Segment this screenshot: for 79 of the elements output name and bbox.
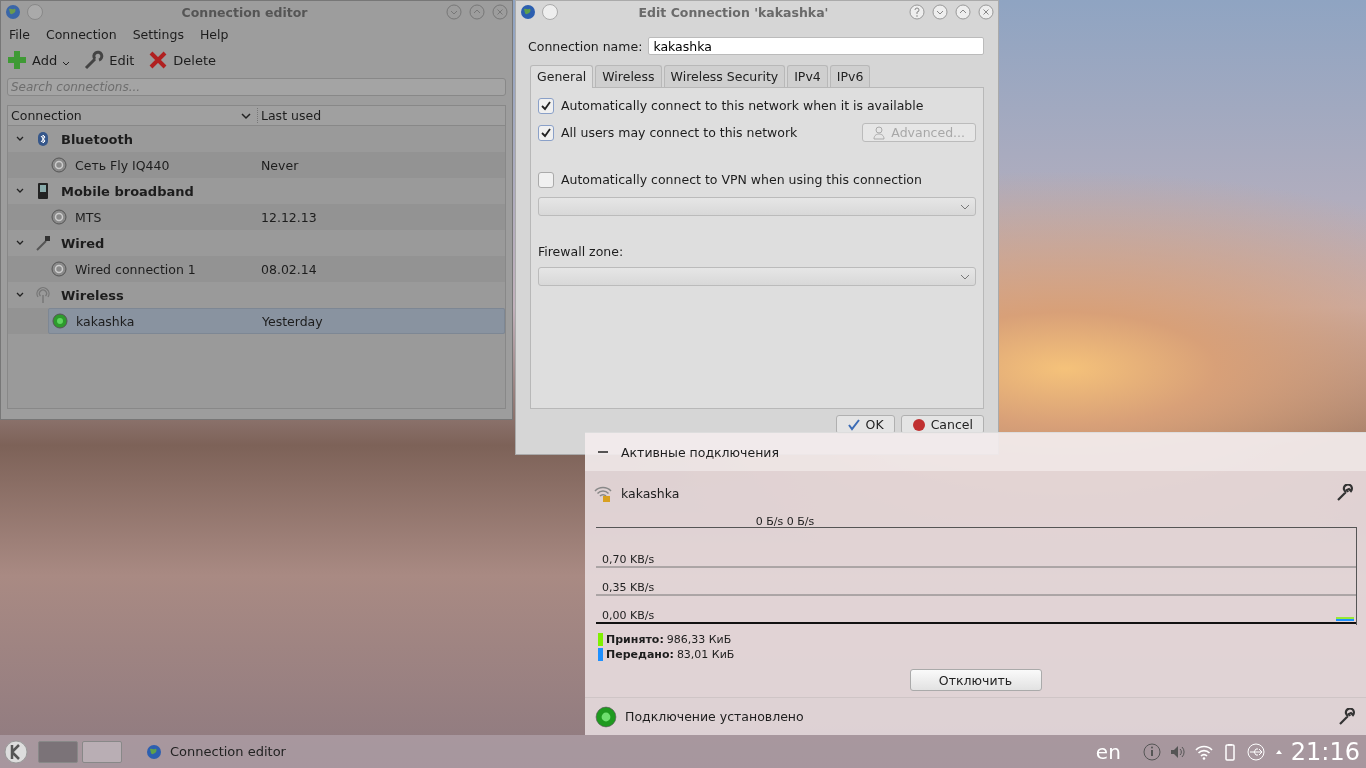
desktop-pager-button[interactable]	[82, 740, 122, 763]
tab[interactable]: Wireless Security	[663, 65, 786, 87]
info-icon[interactable]	[1142, 742, 1161, 761]
firewall-zone-label: Firewall zone:	[538, 244, 625, 259]
bluetooth-icon	[35, 131, 51, 147]
group-name: Mobile broadband	[61, 183, 194, 199]
connection-name-field[interactable]: kakashka	[648, 37, 984, 55]
group-name: Wired	[61, 235, 105, 251]
help-button[interactable]	[909, 4, 925, 20]
globe-icon	[146, 743, 162, 760]
checkbox[interactable]	[538, 171, 554, 188]
close-button[interactable]	[978, 4, 994, 20]
sort-caret-icon	[241, 111, 251, 120]
maximize-button[interactable]	[955, 4, 971, 20]
dropdown-caret-icon	[960, 272, 970, 281]
user-icon	[873, 125, 888, 140]
disconnect-button[interactable]: Отключить	[909, 669, 1042, 692]
status-text: Подключение установлено	[625, 709, 805, 725]
tab[interactable]: Wireless	[595, 65, 662, 87]
menu-item[interactable]: Help	[199, 26, 229, 42]
minimize-button[interactable]	[932, 4, 948, 20]
minimize-button[interactable]	[446, 4, 462, 20]
checkbox-label: Automatically connect to VPN when using this connection	[561, 172, 923, 187]
axis-label: 0,00 KB/s	[602, 609, 655, 623]
column-header[interactable]: Last used	[257, 108, 322, 123]
delete-button[interactable]: Delete	[146, 50, 219, 70]
connection-name-label: Connection name:	[528, 38, 643, 54]
taskbar-task[interactable]: Connection editor	[140, 742, 292, 761]
cancel-icon	[911, 417, 926, 432]
clock: 21:16	[1290, 737, 1360, 766]
wrench-icon[interactable]	[1336, 484, 1354, 503]
group-name: Wireless	[61, 287, 124, 303]
wrench-icon[interactable]	[1338, 707, 1356, 726]
antenna-icon	[35, 287, 51, 303]
window-title: Edit Connection 'kakashka'	[637, 4, 830, 20]
axis-label: 0,35 KB/s	[602, 581, 655, 595]
globe-icon	[5, 4, 21, 20]
firewall-zone-dropdown[interactable]	[538, 267, 976, 286]
tab[interactable]: General	[530, 65, 594, 88]
current-rate: 0 Б/s 0 Б/s	[754, 515, 816, 529]
checkbox[interactable]	[538, 97, 554, 114]
axis-label: 0,70 KB/s	[602, 553, 655, 567]
stat-value: 83,01 КиБ	[676, 648, 735, 662]
stat-value: 986,33 КиБ	[666, 633, 732, 647]
window-title: Connection editor	[180, 4, 309, 20]
vpn-dropdown[interactable]	[538, 197, 976, 216]
checkmark-icon	[846, 417, 861, 432]
wrench-icon	[84, 50, 105, 70]
tab[interactable]: IPv6	[829, 65, 871, 87]
menu-item[interactable]: File	[9, 26, 30, 42]
edit-button[interactable]: Edit	[82, 50, 137, 70]
menu-item[interactable]: Settings	[132, 26, 184, 42]
connection-name: kakashka	[621, 485, 681, 501]
tab[interactable]: IPv4	[787, 65, 828, 87]
stat-label: Принято:	[606, 633, 664, 647]
menu-button[interactable]	[27, 4, 43, 20]
globe-icon	[520, 4, 536, 20]
checkbox[interactable]	[538, 124, 554, 141]
phone-icon	[35, 183, 51, 199]
maximize-button[interactable]	[469, 4, 485, 20]
close-button[interactable]	[492, 4, 508, 20]
plus-icon	[7, 50, 27, 70]
menu-button[interactable]	[542, 4, 558, 20]
section-title: Активные подключения	[621, 444, 779, 460]
connection-row[interactable]: kakashka Yesterday	[48, 308, 505, 334]
desktop-pager-button[interactable]	[38, 740, 78, 763]
checkbox-label: All users may connect to this network	[561, 125, 799, 140]
column-header[interactable]: Connection	[11, 108, 241, 123]
plug-icon	[35, 235, 51, 251]
stat-label: Передано:	[606, 648, 674, 662]
checkbox-label: Automatically connect to this network when it is available	[561, 98, 925, 113]
delete-x-icon	[148, 50, 169, 70]
group-name: Bluetooth	[61, 131, 133, 147]
usb-icon[interactable]	[1246, 742, 1265, 761]
dropdown-caret-icon	[960, 202, 970, 211]
launcher-icon[interactable]	[4, 739, 28, 764]
dropdown-caret-icon	[62, 60, 71, 68]
menu-item[interactable]: Connection	[45, 26, 117, 42]
add-button[interactable]: Add	[5, 50, 73, 70]
